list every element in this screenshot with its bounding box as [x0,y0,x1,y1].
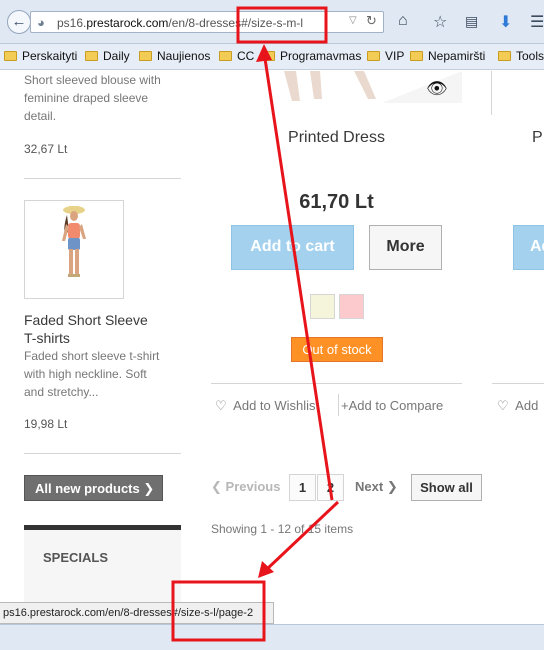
home-icon[interactable]: ⌂ [398,12,408,30]
dropdown-arrow-icon[interactable]: ▽ [349,15,357,26]
product-thumbnail[interactable] [24,200,124,299]
show-all-button[interactable]: Show all [411,474,482,501]
status-bar-url: ps16.prestarock.com/en/8-dresses#/size-s… [0,602,274,624]
divider [211,383,462,384]
product-name-link[interactable]: P [532,129,543,147]
product-name-link[interactable]: Printed Dress [211,129,462,147]
folder-icon [367,51,380,61]
address-bar[interactable]: ◕ ps16.prestarock.com/en/8-dresses#/size… [30,11,384,33]
all-new-products-button[interactable]: All new products ❯ [24,475,163,501]
pagination-page-2[interactable]: 2 [317,474,344,501]
folder-icon [139,51,152,61]
star-icon[interactable]: ☆ [433,12,447,32]
folder-icon [410,51,423,61]
chevron-right-icon: ❯ [143,481,155,496]
bookmark-folder[interactable]: Nepamiršti [410,49,485,63]
product-price: 19,98 Lt [24,417,68,431]
bookmark-folder[interactable]: VIP [367,49,404,63]
product-name-link[interactable]: Faded Short Sleeve T-shirts [24,311,148,347]
reload-icon[interactable]: ↻ [366,13,377,29]
bookmark-folder[interactable]: Daily [85,49,130,63]
column-divider [491,71,492,115]
add-to-wishlist-link[interactable]: ♡ Add [497,398,538,414]
divider [492,383,544,384]
pagination-next[interactable]: Next ❯ [355,479,398,495]
plus-icon: + [341,398,349,413]
globe-icon: ◕ [37,15,45,30]
heart-icon: ♡ [497,398,509,413]
divider [24,178,181,179]
product-description: Short sleeved blouse with feminine drape… [24,73,161,123]
add-to-wishlist-link[interactable]: ♡ Add to Wishlist [215,398,319,414]
divider [24,453,181,454]
folder-icon [498,51,511,61]
product-price: 32,67 Lt [24,142,68,156]
pagination-page-1[interactable]: 1 [289,474,316,501]
folder-icon [219,51,232,61]
chevron-right-icon: ❯ [386,479,398,494]
bookmark-folder[interactable]: Tools [498,49,544,63]
color-swatch[interactable] [310,294,335,319]
color-swatch[interactable] [339,294,364,319]
download-icon[interactable]: ⬇ [499,12,512,32]
product-image-fragment [270,71,390,104]
folder-icon [4,51,17,61]
eye-icon[interactable]: 👁 [426,79,448,99]
add-to-cart-button[interactable]: Add to cart [231,225,354,270]
page-content: Short sleeved blouse with feminine drape… [0,71,544,602]
browser-toolbar: ← ◕ ps16.prestarock.com/en/8-dresses#/si… [0,0,544,44]
reading-list-icon[interactable]: ▤ [465,13,478,30]
more-button[interactable]: More [369,225,442,270]
model-image [62,206,86,277]
chevron-left-icon: ❮ [211,479,222,494]
divider [338,394,339,416]
menu-icon[interactable]: ☰ [530,12,544,32]
bookmark-folder[interactable]: CC [219,49,254,63]
product-description: Faded short sleeve t-shirt with high nec… [24,349,160,399]
availability-badge: Out of stock [291,337,383,362]
heart-icon: ♡ [215,398,227,413]
url-text: ps16.prestarock.com/en/8-dresses#/size-s… [57,16,304,30]
add-to-compare-link[interactable]: +Add to Compare [341,398,443,413]
item-count: Showing 1 - 12 of 15 items [211,522,354,536]
folder-icon [262,51,275,61]
pagination-previous[interactable]: ❮ Previous [211,479,280,495]
browser-bottom-bar [0,624,544,650]
add-to-cart-button[interactable]: Ad [513,225,544,270]
bookmark-folder[interactable]: Naujienos [139,49,210,63]
quick-view-corner[interactable] [382,71,462,103]
bookmarks-bar: Perskaityti Daily Naujienos CC Programav… [0,44,544,70]
folder-icon [85,51,98,61]
specials-heading: SPECIALS [24,525,181,602]
bookmark-folder[interactable]: Programavmas [262,49,361,63]
bookmark-folder[interactable]: Perskaityti [4,49,77,63]
back-arrow-icon[interactable]: ← [7,10,31,34]
product-price: 61,70 Lt [299,191,374,213]
